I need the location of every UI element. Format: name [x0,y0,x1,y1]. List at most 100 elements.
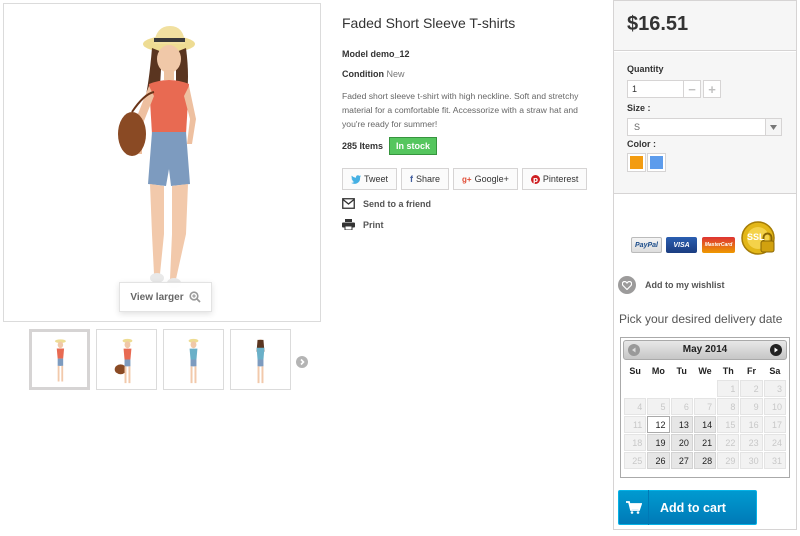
view-larger-label: View larger [130,291,184,303]
weekday-header: Su [629,366,641,376]
calendar-day[interactable]: 21 [693,434,717,451]
twitter-icon [351,174,361,184]
chevron-right-icon [300,358,305,366]
thumbnail-next-button[interactable] [296,356,308,368]
send-to-friend-label: Send to a friend [363,198,432,209]
cart-icon [619,490,649,525]
size-select[interactable]: S [627,118,782,136]
buy-box: $16.51 Quantity 1 − + Size : S Color : P… [613,0,797,530]
product-condition: Condition New [342,69,405,79]
calendar-day-disabled: 24 [763,434,786,451]
facebook-icon: f [410,174,414,184]
add-to-cart-button[interactable]: Add to cart [618,490,757,525]
share-label: Share [416,174,441,184]
calendar-day-disabled: 16 [740,416,763,433]
pinterest-button[interactable]: p Pinterest [521,168,588,190]
print-link[interactable]: Print [342,219,384,230]
calendar-day-disabled: 30 [740,452,763,469]
google-plus-button[interactable]: g+ Google+ [453,168,518,190]
calendar-day-disabled: 9 [740,398,763,415]
product-model: Model demo_12 [342,49,410,59]
thumbnail-1[interactable] [29,329,90,390]
mastercard-logo: MasterCard [702,237,735,253]
zoom-in-icon [188,291,201,303]
tweet-button[interactable]: Tweet [342,168,398,190]
size-label: Size : [627,103,651,113]
color-swatch-orange[interactable] [627,153,646,172]
calendar-day-disabled: 18 [624,434,647,451]
ssl-seal-icon: SSL [741,221,777,257]
calendar-day-disabled: 17 [763,416,786,433]
calendar-day[interactable]: 19 [647,434,670,451]
calendar-day-disabled: 4 [624,398,647,415]
svg-text:p: p [533,176,538,184]
delivery-date-prompt: Pick your desired delivery date [619,312,783,326]
thumbnail-image [256,339,265,384]
paypal-logo: PayPal [631,237,662,253]
send-to-friend-link[interactable]: Send to a friend [342,198,431,209]
calendar-day[interactable]: 20 [670,434,693,451]
plus-icon: + [708,81,716,97]
calendar-day[interactable]: 13 [670,416,693,433]
calendar-day-disabled: 5 [647,398,670,415]
calendar-day-disabled: 31 [763,452,786,469]
calendar-day-selected[interactable]: 12 [647,416,670,433]
product-options: Quantity 1 − + Size : S Color : [614,52,796,194]
main-product-image[interactable]: View larger [3,3,321,322]
calendar-day-disabled: 11 [624,416,647,433]
model-label: Model [342,49,368,59]
calendar-day[interactable]: 14 [693,416,717,433]
quantity-decrease-button[interactable]: − [683,80,701,98]
calendar-header: May 2014 [623,340,787,360]
stock-badge: In stock [389,137,438,155]
product-description: Faded short sleeve t-shirt with high nec… [342,91,579,129]
add-to-wishlist-link[interactable]: Add to my wishlist [618,276,725,294]
calendar-day-disabled: 7 [693,398,717,415]
calendar-day[interactable]: 26 [647,452,670,469]
weekday-header: Mo [651,366,665,376]
pinterest-label: Pinterest [542,174,579,184]
product-title: Faded Short Sleeve T-shirts [342,15,516,31]
size-value: S [634,122,641,132]
envelope-icon [342,198,355,209]
quantity-increase-button[interactable]: + [703,80,721,98]
calendar-next-button[interactable] [770,344,782,356]
calendar-empty-cell [671,380,693,397]
color-swatch-blue[interactable] [647,153,666,172]
chevron-right-icon [774,347,778,353]
quantity-label: Quantity [627,64,664,74]
calendar-day-disabled: 3 [763,380,786,397]
calendar-month: May 2014 [682,344,728,355]
wishlist-label: Add to my wishlist [645,280,725,290]
thumbnail-2[interactable] [96,329,157,390]
google-label: Google+ [474,174,509,184]
price-box: $16.51 [614,1,796,51]
thumbnail-4[interactable] [230,329,291,390]
view-larger-button[interactable]: View larger [119,282,212,312]
calendar-day-disabled: 23 [740,434,763,451]
calendar-day-disabled: 6 [670,398,693,415]
thumbnail-image [188,338,199,384]
thumbnail-3[interactable] [163,329,224,390]
calendar-day-disabled: 22 [717,434,740,451]
calendar-day[interactable]: 28 [693,452,717,469]
print-icon [342,219,355,230]
minus-icon: − [688,81,696,97]
swatch-fill [630,156,643,169]
color-label: Color : [627,139,656,149]
model-value: demo_12 [370,49,410,59]
calendar-day-disabled: 29 [717,452,740,469]
calendar-day-disabled: 15 [717,416,740,433]
calendar-prev-button[interactable] [628,344,640,356]
stock-row: 285 Items In stock [342,137,438,155]
social-share: Tweet f Share g+ Google+ p Pinterest [342,168,588,190]
add-to-cart-label: Add to cart [660,500,726,515]
pinterest-icon: p [530,174,540,184]
items-count: 285 Items [342,141,384,151]
weekday-header: Fr [747,366,757,376]
tweet-label: Tweet [364,174,389,184]
calendar-day[interactable]: 27 [670,452,693,469]
facebook-share-button[interactable]: f Share [401,168,450,190]
heart-icon [618,276,636,294]
calendar-day-disabled: 25 [624,452,647,469]
